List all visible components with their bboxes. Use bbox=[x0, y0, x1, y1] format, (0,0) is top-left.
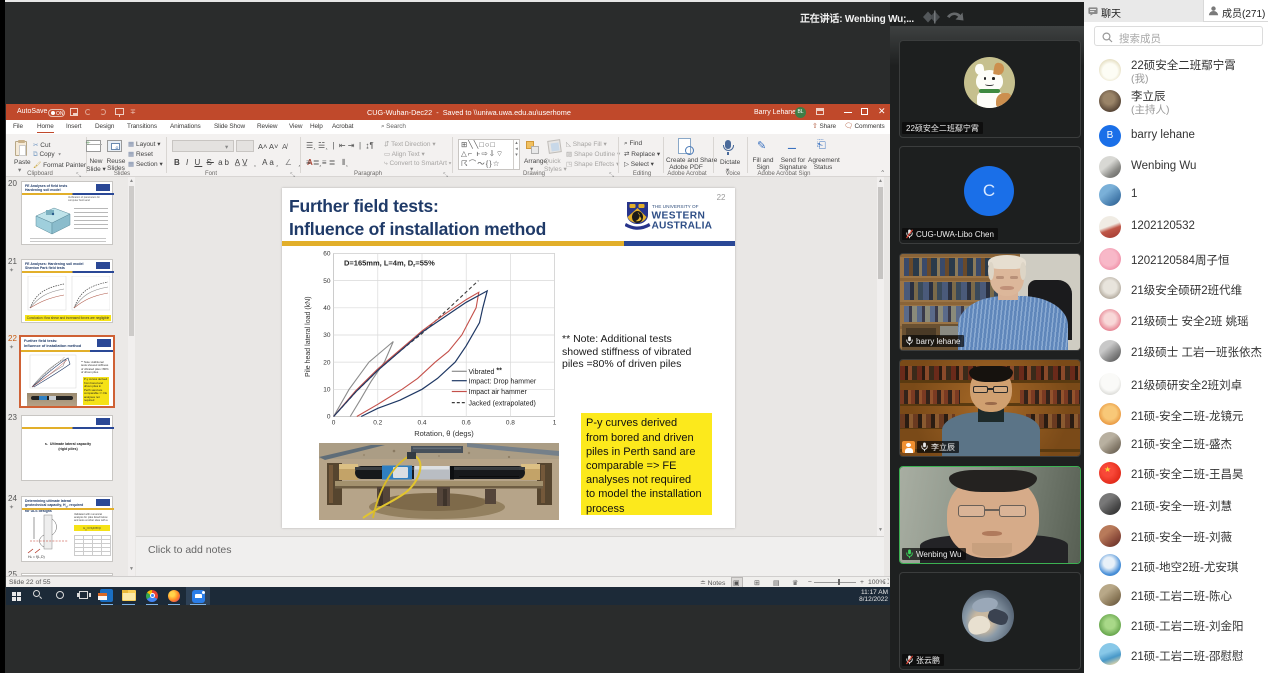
svg-text:0: 0 bbox=[327, 414, 331, 421]
svg-text:AUSTRALIA: AUSTRALIA bbox=[652, 221, 713, 232]
svg-text:60: 60 bbox=[323, 251, 331, 258]
svg-text:40: 40 bbox=[323, 305, 331, 312]
svg-text:0.4: 0.4 bbox=[417, 420, 426, 427]
svg-text:0.8: 0.8 bbox=[506, 420, 515, 427]
svg-text:0.6: 0.6 bbox=[462, 420, 471, 427]
svg-text:Rotation, θ (degs): Rotation, θ (degs) bbox=[414, 429, 474, 438]
svg-text:0.2: 0.2 bbox=[373, 420, 382, 427]
svg-text:Jacked (extrapolated): Jacked (extrapolated) bbox=[469, 401, 536, 408]
svg-text:THE UNIVERSITY OF: THE UNIVERSITY OF bbox=[652, 204, 699, 209]
svg-text:1: 1 bbox=[553, 420, 557, 427]
svg-text:50: 50 bbox=[323, 278, 331, 285]
svg-text:20: 20 bbox=[323, 360, 331, 367]
svg-text:10: 10 bbox=[323, 387, 331, 394]
svg-text:Pile head lateral load (kN): Pile head lateral load (kN) bbox=[305, 297, 312, 378]
svg-text:Hu = f(L,D): Hu = f(L,D) bbox=[28, 555, 45, 559]
svg-text:0: 0 bbox=[332, 420, 336, 427]
svg-text:Impact air hammer: Impact air hammer bbox=[469, 389, 528, 396]
svg-text:30: 30 bbox=[323, 332, 331, 339]
svg-text:Impact: Drop hammer: Impact: Drop hammer bbox=[469, 379, 537, 386]
svg-text:D=165mm, L=4m, Dr=55%: D=165mm, L=4m, Dr=55% bbox=[344, 259, 435, 270]
